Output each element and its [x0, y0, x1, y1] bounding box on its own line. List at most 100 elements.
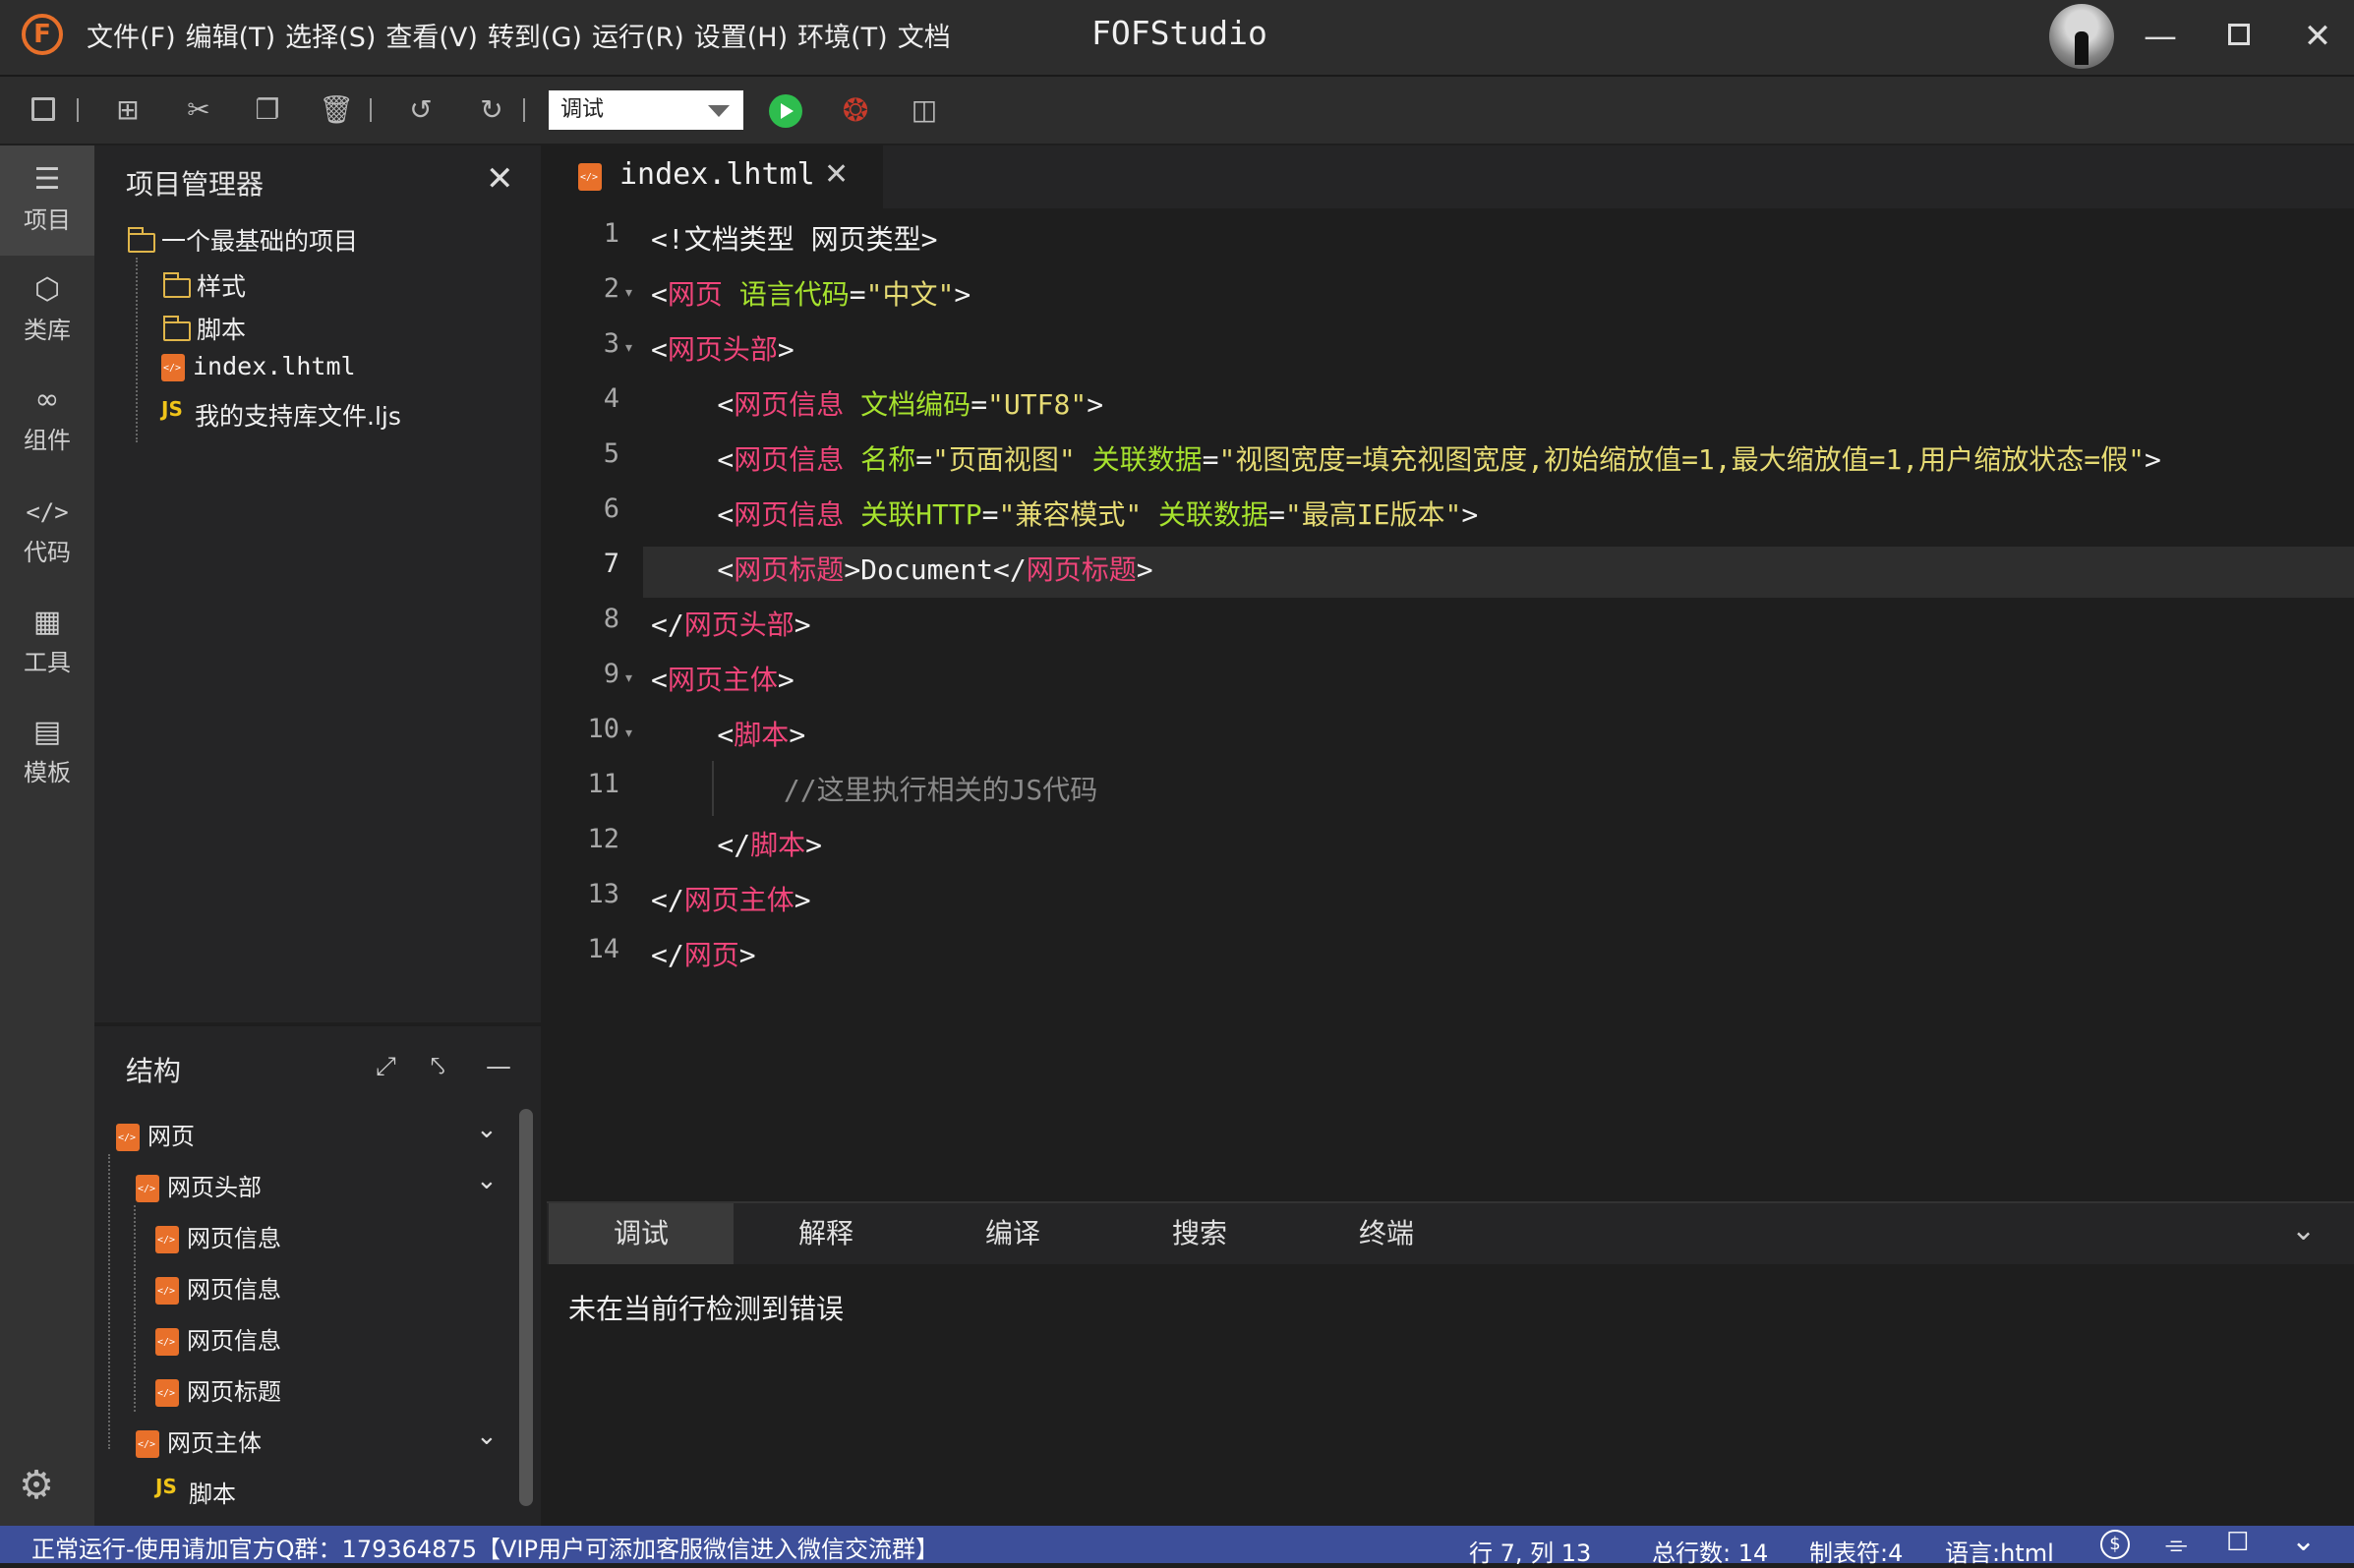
struct-node-script[interactable]: JS 脚本	[155, 1475, 236, 1509]
panel-tab-search[interactable]: 搜索	[1107, 1203, 1292, 1264]
maximize-icon[interactable]	[2214, 14, 2264, 59]
struct-node-head[interactable]: 网页头部	[136, 1168, 262, 1202]
code-line[interactable]: <网页信息 文档编码="UTF8">	[651, 383, 1103, 423]
dollar-icon[interactable]: $	[2100, 1530, 2130, 1559]
close-icon[interactable]: ✕	[486, 159, 514, 199]
activity-components[interactable]: ∞ 组件	[0, 366, 94, 476]
save-icon[interactable]	[24, 90, 63, 130]
menu-settings[interactable]: 设置(H)	[694, 16, 788, 54]
menu-environment[interactable]: 环境(T)	[797, 16, 888, 54]
panel-tab-terminal[interactable]: 终端	[1294, 1203, 1479, 1264]
code-line[interactable]: </脚本>	[651, 824, 822, 863]
activity-templates[interactable]: ▤ 模板	[0, 698, 94, 808]
tree-item-index[interactable]: index.lhtml	[161, 352, 356, 381]
code-token: >	[954, 278, 971, 311]
panel-tab-interpret[interactable]: 解释	[734, 1203, 918, 1264]
tab-close-icon[interactable]: ✕	[824, 157, 849, 192]
activity-tools[interactable]: ▦ 工具	[0, 588, 94, 698]
menu-run[interactable]: 运行(R)	[592, 16, 684, 54]
struct-node-page[interactable]: 网页	[116, 1117, 195, 1151]
node-label: 网页	[147, 1123, 195, 1150]
line-number: 4	[603, 383, 619, 414]
tree-item-ljs[interactable]: JS 我的支持库文件.ljs	[161, 397, 401, 433]
chevron-down-icon[interactable]: ⌄	[476, 1422, 498, 1451]
tree-item-styles[interactable]: 样式	[163, 267, 246, 303]
tree-project-root[interactable]: 一个最基础的项目	[128, 222, 358, 258]
code-line[interactable]: <网页头部>	[651, 328, 794, 368]
user-avatar[interactable]	[2049, 4, 2114, 69]
cut-icon[interactable]: ✂	[179, 90, 218, 130]
minimize-panel-icon[interactable]: —	[486, 1052, 511, 1081]
run-icon[interactable]	[769, 94, 802, 128]
code-line[interactable]: <!文档类型 网页类型>	[651, 218, 937, 258]
node-label: 网页信息	[187, 1276, 281, 1304]
chevron-down-icon[interactable]: ⌄	[2291, 1213, 2316, 1248]
tree-label: 我的支持库文件.ljs	[195, 402, 401, 431]
paste-icon[interactable]: ❐	[248, 90, 287, 130]
menu-docs[interactable]: 文档	[898, 16, 951, 54]
js-file-icon: JS	[161, 397, 183, 421]
line-number: 8	[603, 604, 619, 634]
code-line[interactable]: </网页主体>	[651, 879, 811, 918]
code-token: =	[849, 278, 866, 311]
code-line[interactable]: //这里执行相关的JS代码	[651, 769, 1097, 808]
code-token: <	[651, 498, 735, 531]
activity-project[interactable]: ☰ 项目	[0, 145, 94, 256]
activity-code[interactable]: </> 代码	[0, 478, 94, 588]
debug-message: 未在当前行检测到错误	[568, 1293, 845, 1325]
tree-item-scripts[interactable]: 脚本	[163, 311, 246, 346]
menu-goto[interactable]: 转到(G)	[488, 16, 582, 54]
minimize-icon[interactable]: —	[2136, 14, 2185, 59]
delete-icon[interactable]: 🗑	[317, 90, 356, 130]
run-config-select[interactable]: 调试	[549, 90, 743, 130]
fold-toggle-icon[interactable]: ▾	[625, 670, 632, 686]
struct-node-title[interactable]: 网页标题	[155, 1372, 281, 1407]
line-number: 2	[603, 273, 619, 304]
code-line[interactable]: </网页头部>	[651, 604, 811, 643]
struct-node-meta[interactable]: 网页信息	[155, 1219, 281, 1253]
code-token: >	[789, 719, 806, 751]
collapse-icon[interactable]: ⤣	[431, 1052, 445, 1082]
menu-select[interactable]: 选择(S)	[285, 16, 376, 54]
chevron-down-icon[interactable]: ⌄	[476, 1115, 498, 1144]
panel-tab-compile[interactable]: 编译	[920, 1203, 1105, 1264]
menu-file[interactable]: 文件(F)	[87, 16, 176, 54]
struct-node-body[interactable]: 网页主体	[136, 1423, 262, 1458]
gear-icon[interactable]: ⚙	[14, 1463, 59, 1508]
debug-icon[interactable]: ❂	[838, 92, 873, 128]
panel-tab-debug[interactable]: 调试	[549, 1203, 734, 1264]
expand-icon[interactable]: ⤢	[376, 1052, 396, 1082]
bell-icon[interactable]: ⌯	[2165, 1528, 2187, 1561]
activity-label: 模板	[24, 759, 71, 786]
link-icon: ∞	[34, 382, 60, 417]
add-icon[interactable]: ⊞	[108, 90, 147, 130]
code-line[interactable]: </网页>	[651, 934, 756, 973]
code-line[interactable]: <脚本>	[651, 714, 805, 753]
chevron-down-icon[interactable]: ⌄	[476, 1166, 498, 1195]
fold-toggle-icon[interactable]: ▾	[625, 285, 632, 301]
menu-edit[interactable]: 编辑(T)	[186, 16, 276, 54]
code-token: </	[651, 884, 684, 916]
menu-view[interactable]: 查看(V)	[385, 16, 478, 54]
structure-scrollbar[interactable]	[519, 1109, 533, 1506]
code-line[interactable]: <网页 语言代码="中文">	[651, 273, 971, 313]
undo-icon[interactable]: ↺	[401, 90, 441, 130]
redo-icon[interactable]: ↻	[472, 90, 511, 130]
code-line[interactable]: <网页主体>	[651, 659, 794, 698]
app-logo-icon: F	[22, 14, 63, 55]
tree-guide	[134, 1205, 136, 1412]
code-editor[interactable]	[547, 208, 2354, 1201]
code-line[interactable]: <网页标题>Document</网页标题>	[651, 549, 1152, 588]
code-line[interactable]: <网页信息 名称="页面视图" 关联数据="视图宽度=填充视图宽度,初始缩放值=…	[651, 438, 2160, 478]
code-token: <	[651, 333, 668, 366]
fold-toggle-icon[interactable]: ▾	[625, 340, 632, 356]
activity-library[interactable]: ⬡ 类库	[0, 256, 94, 366]
chevron-down-icon[interactable]: ⌄	[2291, 1524, 2316, 1558]
preview-icon[interactable]: ◫	[905, 90, 944, 130]
close-window-icon[interactable]: ✕	[2293, 14, 2342, 59]
struct-node-meta[interactable]: 网页信息	[155, 1321, 281, 1356]
fold-toggle-icon[interactable]: ▾	[625, 726, 632, 741]
unlock-icon[interactable]: ☐	[2226, 1528, 2249, 1557]
code-line[interactable]: <网页信息 关联HTTP="兼容模式" 关联数据="最高IE版本">	[651, 494, 1478, 533]
struct-node-meta[interactable]: 网页信息	[155, 1270, 281, 1305]
